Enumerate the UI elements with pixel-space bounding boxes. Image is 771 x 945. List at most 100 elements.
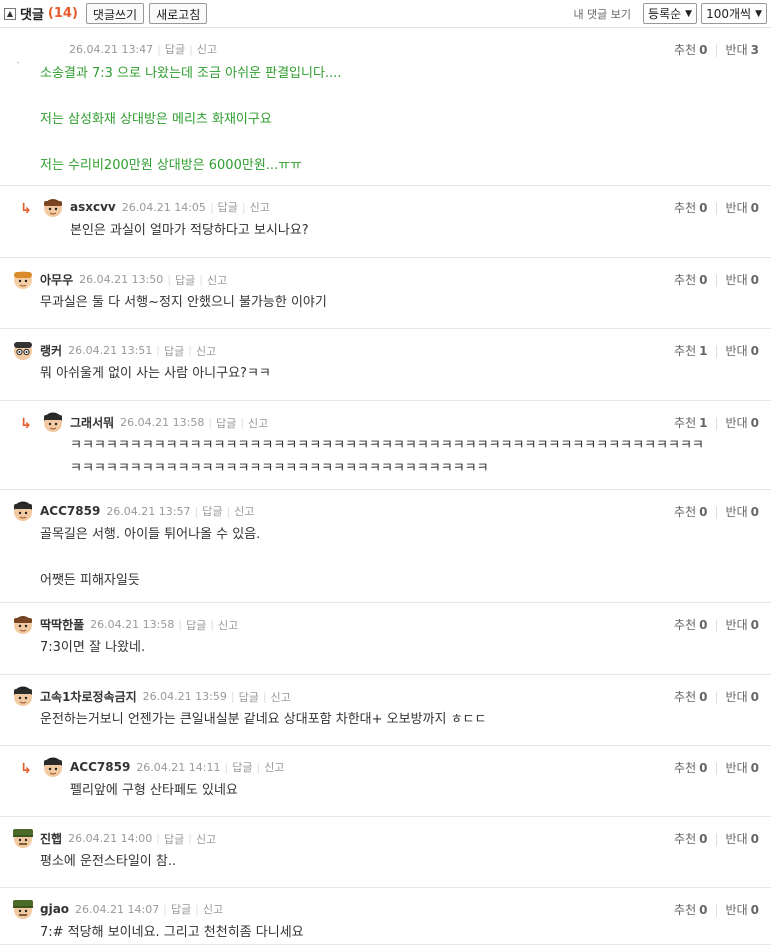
vote-box: 추천 0 | 반대 0: [674, 616, 759, 633]
avatar[interactable]: [42, 196, 64, 218]
downvote-button[interactable]: 반대 0: [726, 688, 759, 705]
divider: |: [230, 690, 235, 703]
upvote-button[interactable]: 추천 0: [674, 199, 707, 216]
sort-select[interactable]: 등록순 ▼: [643, 3, 698, 24]
per-page-select[interactable]: 100개씩 ▼: [701, 3, 767, 24]
downvote-button[interactable]: 반대 0: [726, 830, 759, 847]
upvote-button[interactable]: 추천 0: [674, 271, 707, 288]
downvote-count: 0: [750, 273, 759, 287]
downvote-button[interactable]: 반대 0: [726, 199, 759, 216]
comment-meta: 딱딱한풀 26.04.21 13:58 | 답글 | 신고: [40, 616, 238, 633]
report-link[interactable]: 신고: [207, 272, 227, 288]
report-link[interactable]: 신고: [218, 617, 238, 633]
comment-body: 펠리앞에 구형 산타페도 있네요: [70, 779, 238, 802]
report-link[interactable]: 신고: [248, 415, 268, 431]
upvote-button[interactable]: 추천 1: [674, 414, 707, 431]
avatar[interactable]: [12, 613, 34, 635]
downvote-button[interactable]: 반대 0: [726, 759, 759, 776]
comment-item: 고속1차로정속금지 26.04.21 13:59 | 답글 | 신고 추천 0 | 반대 0 운전하는…: [0, 676, 771, 746]
refresh-button[interactable]: 새로고침: [149, 3, 208, 24]
vote-box: 추천 0 | 반대 0: [674, 503, 759, 520]
avatar[interactable]: [12, 268, 34, 290]
comment-author[interactable]: 고속1차로정속금지: [40, 688, 137, 705]
comment-body: 무과실은 둘 다 서행~정지 안했으니 불가능한 이야기: [40, 291, 327, 314]
report-link[interactable]: 신고: [196, 831, 216, 847]
comment-author[interactable]: 딱딱한풀: [40, 616, 84, 633]
report-link[interactable]: 신고: [250, 199, 270, 215]
avatar[interactable]: [42, 411, 64, 433]
avatar[interactable]: [12, 339, 34, 361]
write-comment-button[interactable]: 댓글쓰기: [85, 3, 145, 24]
chevron-down-icon: ▼: [685, 8, 693, 19]
downvote-button[interactable]: 반대 0: [726, 342, 759, 359]
comment-author[interactable]: ACC7859: [70, 760, 130, 774]
report-link[interactable]: 신고: [271, 689, 291, 705]
reply-link[interactable]: 답글: [218, 199, 238, 215]
reply-link[interactable]: 답글: [165, 41, 185, 57]
collapse-icon[interactable]: ▲: [4, 7, 16, 20]
avatar[interactable]: [12, 898, 34, 920]
divider: |: [167, 273, 172, 286]
upvote-button[interactable]: 추천 0: [674, 503, 707, 520]
upvote-button[interactable]: 추천 0: [674, 41, 707, 58]
comment-meta: 랭커 26.04.21 13:51 | 답글 | 신고: [40, 342, 216, 359]
upvote-button[interactable]: 추천 0: [674, 759, 707, 776]
report-link[interactable]: 신고: [197, 41, 217, 57]
divider: |: [195, 902, 199, 916]
downvote-label: 반대: [725, 344, 748, 358]
reply-link[interactable]: 답글: [164, 831, 184, 847]
comment-author[interactable]: 그래서뭐: [70, 414, 114, 431]
avatar[interactable]: [12, 500, 34, 522]
reply-link[interactable]: 답글: [175, 272, 195, 288]
report-link[interactable]: 신고: [234, 503, 254, 519]
comment-line: 어쨋든 피해자일듯: [40, 573, 140, 588]
reply-link[interactable]: 답글: [239, 689, 259, 705]
reply-link[interactable]: 답글: [202, 503, 222, 519]
comment-author[interactable]: asxcvv: [70, 200, 116, 214]
downvote-button[interactable]: 반대 0: [726, 271, 759, 288]
divider: |: [224, 760, 229, 774]
avatar[interactable]: [42, 756, 64, 778]
comment-item: 랭커 26.04.21 13:51 | 답글 | 신고 추천 1 | 반대 0 뭐 아쉬울게 없이 사…: [0, 330, 771, 401]
downvote-button[interactable]: 반대 0: [726, 503, 759, 520]
upvote-count: 1: [699, 416, 708, 430]
comment-author[interactable]: gjao: [40, 902, 69, 916]
report-link[interactable]: 신고: [264, 759, 284, 775]
comment-line: 저는 수리비200만원 상대방은 6000만원...ㅠㅠ: [40, 158, 303, 173]
comment-author[interactable]: 아무우: [40, 271, 73, 288]
reply-link[interactable]: 답글: [164, 343, 184, 359]
comment-date: 26.04.21 13:58: [90, 618, 175, 631]
comment-author[interactable]: 진햅: [40, 830, 62, 847]
comment-author[interactable]: 랭커: [40, 342, 62, 359]
downvote-count: 0: [750, 618, 759, 632]
upvote-button[interactable]: 추천 0: [674, 688, 707, 705]
reply-link[interactable]: 답글: [232, 759, 252, 775]
downvote-button[interactable]: 반대 0: [726, 414, 759, 431]
report-link[interactable]: 신고: [196, 343, 216, 359]
downvote-button[interactable]: 반대 0: [726, 901, 759, 918]
divider: |: [156, 832, 160, 845]
upvote-button[interactable]: 추천 0: [674, 901, 707, 918]
avatar[interactable]: [12, 685, 34, 707]
avatar[interactable]: [12, 827, 34, 849]
comment-meta: 그래서뭐 26.04.21 13:58 | 답글 | 신고: [70, 414, 268, 431]
divider: |: [714, 689, 719, 704]
reply-link[interactable]: 답글: [171, 901, 191, 917]
upvote-button[interactable]: 추천 0: [674, 830, 707, 847]
comment-body: 소송결과 7:3 으로 나왔는데 조금 아쉬운 판결입니다.... 저는 삼성화재…: [40, 62, 341, 177]
comment-title: 댓글: [20, 8, 44, 23]
downvote-button[interactable]: 반대 3: [726, 41, 759, 58]
comment-author[interactable]: ACC7859: [40, 504, 100, 518]
upvote-button[interactable]: 추천 0: [674, 616, 707, 633]
reply-link[interactable]: 답글: [186, 617, 206, 633]
divider: |: [714, 504, 719, 519]
vote-box: 추천 0 | 반대 0: [674, 271, 759, 288]
my-comments-link[interactable]: 내 댓글 보기: [573, 6, 631, 22]
report-link[interactable]: 신고: [203, 901, 223, 917]
divider: |: [714, 272, 719, 287]
vote-box: 추천 0 | 반대 0: [674, 830, 759, 847]
downvote-button[interactable]: 반대 0: [726, 616, 759, 633]
downvote-label: 반대: [725, 832, 748, 846]
reply-link[interactable]: 답글: [216, 415, 236, 431]
upvote-button[interactable]: 추천 1: [674, 342, 707, 359]
